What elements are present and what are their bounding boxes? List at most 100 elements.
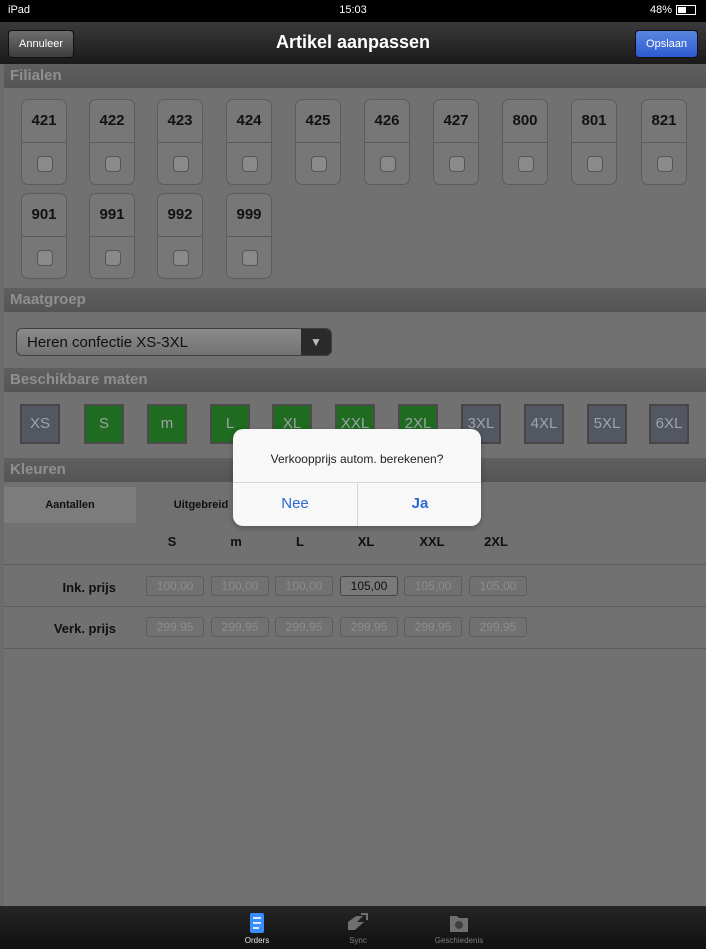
- branch-number: 999: [236, 206, 262, 223]
- branch-number: 421: [31, 112, 57, 129]
- branch-card[interactable]: 421: [21, 99, 67, 185]
- branch-checkbox[interactable]: [173, 250, 189, 266]
- folder-icon: [450, 916, 468, 932]
- size-option-xs[interactable]: XS: [20, 404, 60, 444]
- tab-orders[interactable]: Orders: [223, 906, 291, 949]
- branch-number: 800: [512, 112, 538, 129]
- branch-checkbox[interactable]: [37, 156, 53, 172]
- branch-divider: [365, 142, 409, 143]
- sale-price-label: Verk. prijs: [53, 621, 116, 636]
- branch-divider: [22, 142, 66, 143]
- branch-checkbox[interactable]: [242, 250, 258, 266]
- branch-card[interactable]: 422: [89, 99, 135, 185]
- branch-card[interactable]: 999: [226, 193, 272, 279]
- battery-status: 48%: [650, 4, 696, 16]
- tab-quantities[interactable]: Aantallen: [4, 487, 136, 523]
- branch-divider: [503, 142, 547, 143]
- purchase-price-field[interactable]: 105,00: [469, 576, 527, 596]
- branch-checkbox[interactable]: [518, 156, 534, 172]
- branch-number: 427: [443, 112, 469, 129]
- branch-card[interactable]: 992: [157, 193, 203, 279]
- branch-number: 423: [167, 112, 193, 129]
- purchase-price-field[interactable]: 100,00: [211, 576, 269, 596]
- dialog-message: Verkoopprijs autom. berekenen?: [270, 452, 444, 466]
- navigation-bar: Annuleer Artikel aanpassen Opslaan: [0, 22, 706, 64]
- branch-card[interactable]: 425: [295, 99, 341, 185]
- size-group-value: Heren confectie XS-3XL: [27, 334, 188, 351]
- tab-sync[interactable]: Sync: [324, 906, 392, 949]
- branch-checkbox[interactable]: [449, 156, 465, 172]
- branch-checkbox[interactable]: [173, 156, 189, 172]
- branch-divider: [227, 236, 271, 237]
- branch-number: 901: [31, 206, 57, 223]
- branch-card[interactable]: 801: [571, 99, 617, 185]
- branch-divider: [90, 236, 134, 237]
- branch-card[interactable]: 800: [502, 99, 548, 185]
- branch-card[interactable]: 424: [226, 99, 272, 185]
- row-divider: [4, 564, 706, 565]
- branch-number: 991: [99, 206, 125, 223]
- sale-price-field[interactable]: 299,95: [469, 617, 527, 637]
- column-header-m: m: [230, 534, 242, 549]
- branch-checkbox[interactable]: [242, 156, 258, 172]
- size-group-select[interactable]: Heren confectie XS-3XL ▼: [16, 328, 332, 356]
- sale-price-field[interactable]: 299,95: [275, 617, 333, 637]
- sale-price-field[interactable]: 299,95: [146, 617, 204, 637]
- branch-divider: [572, 142, 616, 143]
- branch-divider: [227, 142, 271, 143]
- sale-price-field[interactable]: 299,95: [404, 617, 462, 637]
- branch-card[interactable]: 423: [157, 99, 203, 185]
- size-option-4xl[interactable]: 4XL: [524, 404, 564, 444]
- branch-checkbox[interactable]: [587, 156, 603, 172]
- branch-divider: [158, 236, 202, 237]
- branch-number: 425: [305, 112, 331, 129]
- branch-checkbox[interactable]: [37, 250, 53, 266]
- row-divider: [4, 606, 706, 607]
- branch-divider: [90, 142, 134, 143]
- branch-card[interactable]: 901: [21, 193, 67, 279]
- purchase-price-field[interactable]: 105,00: [340, 576, 398, 596]
- column-header-s: S: [167, 534, 177, 549]
- branch-divider: [642, 142, 686, 143]
- purchase-price-field[interactable]: 105,00: [404, 576, 462, 596]
- confirm-dialog: Verkoopprijs autom. berekenen? Nee Ja: [233, 429, 481, 526]
- sale-price-field[interactable]: 299,95: [211, 617, 269, 637]
- tab-history[interactable]: Geschiedenis: [425, 906, 493, 949]
- battery-icon: [676, 5, 696, 15]
- branch-divider: [158, 142, 202, 143]
- branch-divider: [434, 142, 478, 143]
- column-header-xxl: XXL: [419, 534, 445, 549]
- branch-number: 422: [99, 112, 125, 129]
- section-header-available-sizes: Beschikbare maten: [4, 368, 706, 392]
- branch-checkbox[interactable]: [105, 250, 121, 266]
- size-option-6xl[interactable]: 6XL: [649, 404, 689, 444]
- size-option-5xl[interactable]: 5XL: [587, 404, 627, 444]
- purchase-price-label: Ink. prijs: [62, 580, 116, 595]
- branch-number: 821: [651, 112, 677, 129]
- branch-divider: [296, 142, 340, 143]
- branch-card[interactable]: 426: [364, 99, 410, 185]
- branch-checkbox[interactable]: [311, 156, 327, 172]
- sale-price-field[interactable]: 299,95: [340, 617, 398, 637]
- tab-bar: Orders Sync Geschiedenis: [0, 906, 706, 949]
- orders-icon: [250, 913, 264, 933]
- branch-divider: [22, 236, 66, 237]
- section-header-size-group: Maatgroep: [4, 288, 706, 312]
- size-option-m[interactable]: m: [147, 404, 187, 444]
- no-button[interactable]: Nee: [233, 482, 357, 526]
- purchase-price-field[interactable]: 100,00: [275, 576, 333, 596]
- yes-button[interactable]: Ja: [358, 482, 482, 526]
- branch-card[interactable]: 991: [89, 193, 135, 279]
- save-button[interactable]: Opslaan: [635, 30, 698, 58]
- branch-card[interactable]: 821: [641, 99, 687, 185]
- status-bar: iPad 15:03 48%: [0, 0, 706, 22]
- purchase-price-field[interactable]: 100,00: [146, 576, 204, 596]
- branch-checkbox[interactable]: [380, 156, 396, 172]
- branch-checkbox[interactable]: [105, 156, 121, 172]
- branch-number: 426: [374, 112, 400, 129]
- branch-card[interactable]: 427: [433, 99, 479, 185]
- size-option-s[interactable]: S: [84, 404, 124, 444]
- branch-checkbox[interactable]: [657, 156, 673, 172]
- tab-history-label: Geschiedenis: [434, 936, 484, 945]
- sync-icon: [348, 913, 368, 930]
